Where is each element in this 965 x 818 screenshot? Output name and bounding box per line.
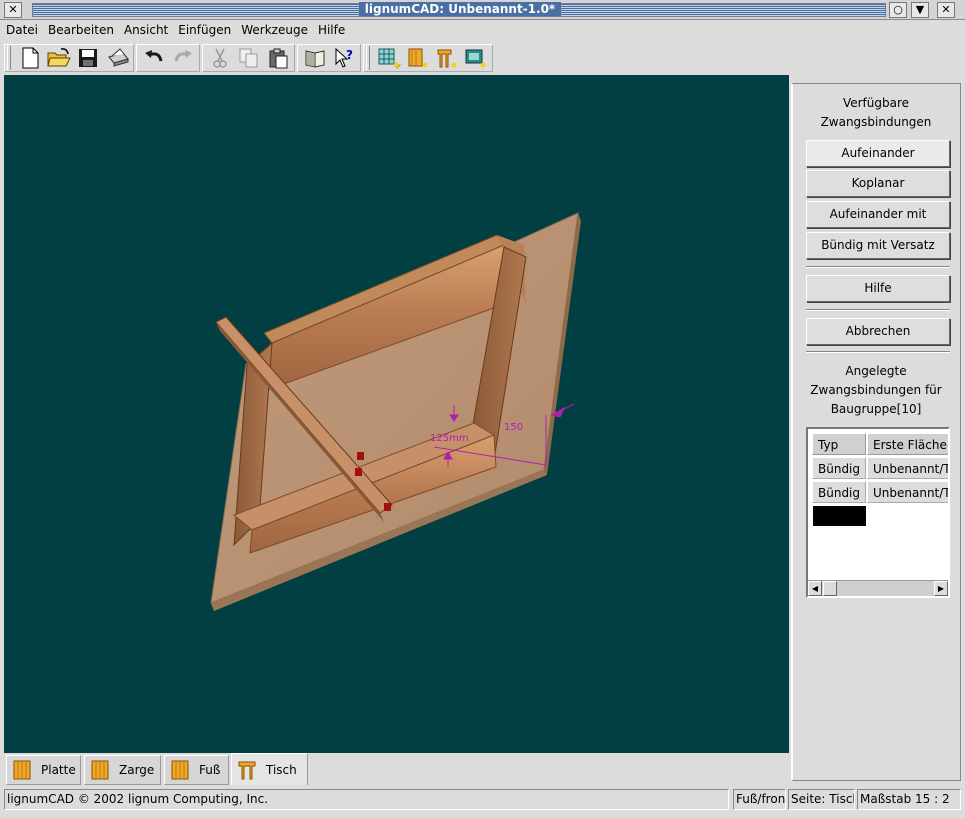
heading-line: Verfügbare <box>842 96 910 110</box>
close-button[interactable]: ✕ <box>937 2 955 18</box>
toolbar: ? <box>4 43 495 73</box>
tab-zarge[interactable]: Zarge <box>84 755 161 785</box>
new-drawing-icon[interactable] <box>461 45 490 71</box>
mate-button[interactable]: Aufeinander <box>806 140 950 167</box>
toolbar-edit-group <box>202 44 295 72</box>
status-message: lignumCAD © 2002 lignum Computing, Inc. <box>4 789 729 810</box>
menu-ansicht[interactable]: Ansicht <box>118 21 172 37</box>
flush-offset-button[interactable]: Bündig mit Versatz <box>806 232 950 259</box>
copy-icon[interactable] <box>234 45 263 71</box>
separator <box>806 266 950 268</box>
applied-constraints-heading: Angelegte Zwangsbindungen für Baugruppe[… <box>793 362 959 419</box>
minimize-button[interactable]: ○ <box>889 2 907 18</box>
cut-icon[interactable] <box>205 45 234 71</box>
new-part-icon[interactable] <box>403 45 432 71</box>
undo-icon[interactable] <box>139 45 168 71</box>
tab-label: Fuß <box>199 763 221 777</box>
page-tab-bar: Platte Zarge Fuß Tisch <box>4 753 789 787</box>
help-button[interactable]: Hilfe <box>806 275 950 302</box>
toolbar-create-group <box>363 44 493 72</box>
tab-platte[interactable]: Platte <box>6 755 81 785</box>
menu-bearbeiten[interactable]: Bearbeiten <box>42 21 118 37</box>
toolbar-grip[interactable] <box>7 46 11 70</box>
menu-datei[interactable]: Datei <box>0 21 42 37</box>
new-page-icon[interactable] <box>374 45 403 71</box>
heading-line: Zwangsbindungen <box>820 115 932 129</box>
new-file-icon[interactable] <box>15 45 44 71</box>
window-title-text: lignumCAD: Unbenannt-1.0* <box>358 2 562 16</box>
toolbar-help-group: ? <box>297 44 361 72</box>
status-scale: Maßstab 15 : 2 <box>857 789 961 810</box>
new-row-cell[interactable] <box>813 506 866 526</box>
menu-bar: Datei Bearbeiten Ansicht Einfügen Werkzeuge H… <box>0 21 965 41</box>
board-icon <box>13 760 31 780</box>
whats-this-icon[interactable]: ? <box>329 45 358 71</box>
status-bar: lignumCAD © 2002 lignum Computing, Inc. … <box>4 789 961 811</box>
assembly-model[interactable]: 125mm 150 <box>4 75 789 753</box>
svg-text:?: ? <box>346 48 353 62</box>
table-icon <box>238 761 256 779</box>
3d-viewport[interactable]: 125mm 150 <box>4 75 789 753</box>
toolbar-undo-group <box>136 44 200 72</box>
book-icon[interactable] <box>300 45 329 71</box>
scroll-left-icon[interactable]: ◀ <box>808 581 822 596</box>
cancel-button[interactable]: Abbrechen <box>806 318 950 345</box>
column-header-typ[interactable]: Typ <box>812 433 866 455</box>
save-icon[interactable] <box>73 45 102 71</box>
table-cell[interactable]: Unbenannt/Ti <box>867 481 948 503</box>
tab-label: Tisch <box>266 762 297 777</box>
constraint-panel: Verfügbare Zwangsbindungen Aufeinander K… <box>791 83 961 781</box>
status-view: Fuß/front <box>733 789 786 810</box>
heading-line: Baugruppe[10] <box>830 402 922 416</box>
mate-offset-button[interactable]: Aufeinander mit Abstand <box>806 201 950 246</box>
menu-einfuegen[interactable]: Einfügen <box>172 21 235 37</box>
dimension-label-offset: 150 <box>504 422 523 433</box>
open-folder-icon[interactable] <box>44 45 73 71</box>
heading-line: Zwangsbindungen für <box>810 383 942 397</box>
title-bar: ✕ lignumCAD: Unbenannt-1.0* ○ ▼ ✕ <box>0 0 965 20</box>
tab-label: Zarge <box>119 763 155 777</box>
table-cell[interactable]: Bündig <box>812 481 866 503</box>
print-icon[interactable] <box>102 45 131 71</box>
separator <box>806 351 950 353</box>
toolbar-file-group <box>4 44 134 72</box>
paste-icon[interactable] <box>263 45 292 71</box>
available-constraints-heading: Verfügbare Zwangsbindungen <box>793 94 959 132</box>
scroll-right-icon[interactable]: ▶ <box>934 581 948 596</box>
menu-werkzeuge[interactable]: Werkzeuge <box>235 21 312 37</box>
toolbar-grip-2[interactable] <box>366 46 370 70</box>
coplanar-button[interactable]: Koplanar <box>806 170 950 197</box>
window-title: lignumCAD: Unbenannt-1.0* <box>0 2 920 16</box>
board-icon <box>91 760 109 780</box>
maximize-button[interactable]: ▼ <box>911 2 929 18</box>
separator <box>806 309 950 311</box>
tab-fuss[interactable]: Fuß <box>164 755 229 785</box>
heading-line: Angelegte <box>845 364 907 378</box>
board-icon <box>171 760 189 780</box>
applied-constraints-table[interactable]: Typ Erste Fläche Bündig Unbenannt/Ti Bün… <box>806 427 950 598</box>
scroll-thumb[interactable] <box>823 581 837 596</box>
dimension-label-width: 125mm <box>430 433 469 444</box>
tab-tisch[interactable]: Tisch <box>231 753 308 785</box>
horizontal-scrollbar[interactable]: ◀ ▶ <box>808 580 948 596</box>
table-cell[interactable]: Bündig <box>812 457 866 479</box>
column-header-erste-flaeche[interactable]: Erste Fläche <box>867 433 948 455</box>
menu-hilfe[interactable]: Hilfe <box>312 21 349 37</box>
new-assembly-icon[interactable] <box>432 45 461 71</box>
table-cell[interactable]: Unbenannt/Ti <box>867 457 948 479</box>
tab-label: Platte <box>41 763 76 777</box>
status-page: Seite: Tisch <box>788 789 855 810</box>
redo-icon[interactable] <box>168 45 197 71</box>
